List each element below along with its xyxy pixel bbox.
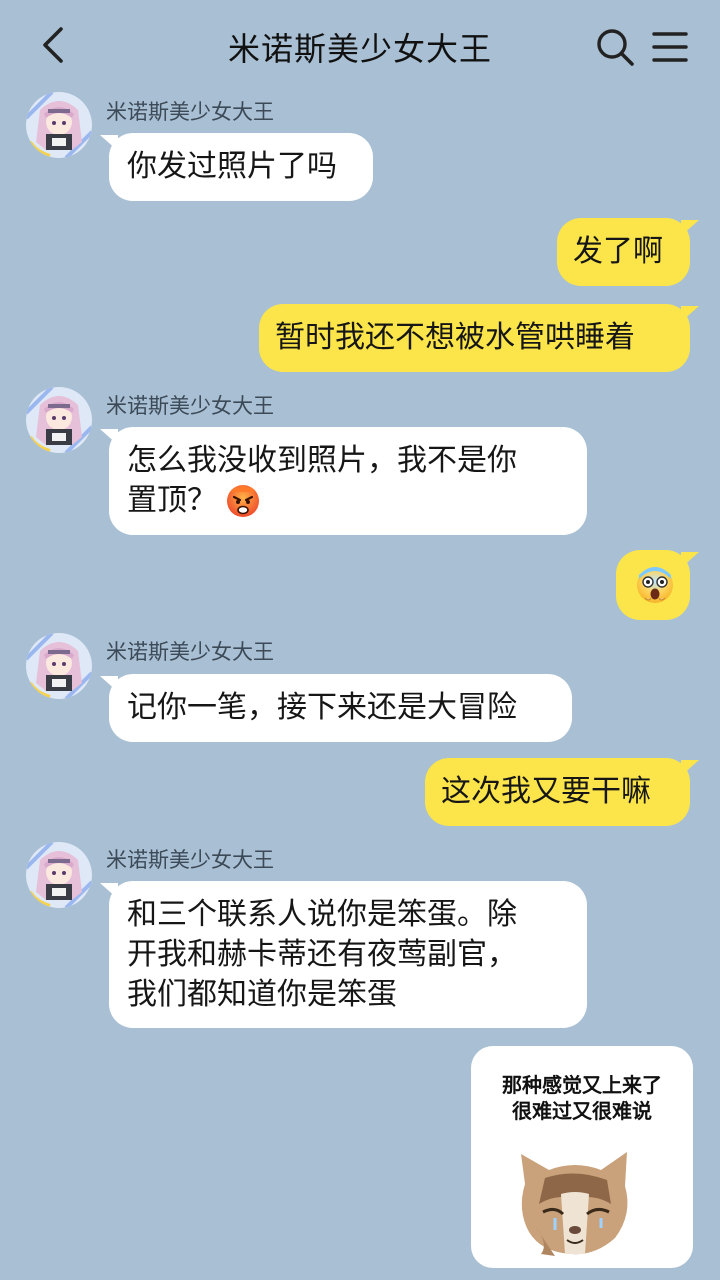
sender-name: 米诺斯美少女大王	[106, 848, 274, 872]
message-text: 怎么我没收到照片，我不是你	[127, 443, 517, 478]
crying-cat-icon	[515, 1134, 635, 1258]
hamburger-menu-icon	[652, 32, 688, 62]
angry-face-icon	[225, 482, 261, 529]
message-text: 这次我又要干嘛	[441, 774, 651, 809]
sticker-caption-line: 那种感觉又上来了	[502, 1073, 662, 1097]
scared-face-icon	[635, 565, 675, 605]
sticker-message[interactable]: 那种感觉又上来了 很难过又很难说	[471, 1046, 693, 1268]
contact-avatar[interactable]	[26, 387, 92, 453]
message-text: 记你一笔，接下来还是大冒险	[127, 690, 517, 725]
outgoing-emoji-bubble[interactable]	[616, 550, 699, 620]
message-text: 置顶？	[127, 483, 217, 518]
incoming-message-bubble[interactable]: 你发过照片了吗	[100, 133, 373, 201]
outgoing-message-bubble[interactable]: 这次我又要干嘛	[425, 758, 699, 826]
message-text: 暂时我还不想被水管哄睡着	[275, 320, 635, 355]
search-icon	[597, 29, 634, 66]
anime-girl-avatar-icon	[26, 92, 92, 158]
message-text: 和三个联系人说你是笨蛋。除	[127, 897, 517, 932]
sender-name: 米诺斯美少女大王	[106, 640, 274, 664]
contact-avatar[interactable]	[26, 633, 92, 699]
chat-header: 米诺斯美少女大王	[0, 0, 720, 92]
incoming-message-bubble[interactable]: 和三个联系人说你是笨蛋。除 开我和赫卡蒂还有夜莺副官， 我们都知道你是笨蛋	[100, 881, 587, 1028]
sender-name: 米诺斯美少女大王	[106, 394, 274, 418]
anime-girl-avatar-icon	[26, 387, 92, 453]
message-text: 开我和赫卡蒂还有夜莺副官，	[127, 937, 517, 972]
sticker-caption: 那种感觉又上来了 很难过又很难说	[471, 1072, 693, 1124]
contact-avatar[interactable]	[26, 92, 92, 158]
outgoing-message-bubble[interactable]: 发了啊	[557, 218, 699, 286]
anime-girl-avatar-icon	[26, 842, 92, 908]
sender-name: 米诺斯美少女大王	[106, 100, 274, 124]
sticker-caption-line: 很难过又很难说	[512, 1099, 652, 1123]
menu-button[interactable]	[648, 26, 690, 68]
message-text-line: 置顶？	[127, 481, 569, 529]
outgoing-message-bubble[interactable]: 暂时我还不想被水管哄睡着	[259, 304, 699, 372]
incoming-message-bubble[interactable]: 怎么我没收到照片，我不是你 置顶？	[100, 427, 587, 535]
message-text: 发了啊	[573, 234, 663, 269]
search-button[interactable]	[594, 26, 636, 68]
chat-screen: 米诺斯美少女大王 米诺斯美少女大王 你发过照片了吗 发了啊 暂时我还不想被水管哄…	[0, 0, 720, 1280]
incoming-message-bubble[interactable]: 记你一笔，接下来还是大冒险	[100, 674, 572, 742]
message-text: 我们都知道你是笨蛋	[127, 977, 397, 1012]
message-text: 你发过照片了吗	[127, 149, 337, 184]
contact-avatar[interactable]	[26, 842, 92, 908]
anime-girl-avatar-icon	[26, 633, 92, 699]
